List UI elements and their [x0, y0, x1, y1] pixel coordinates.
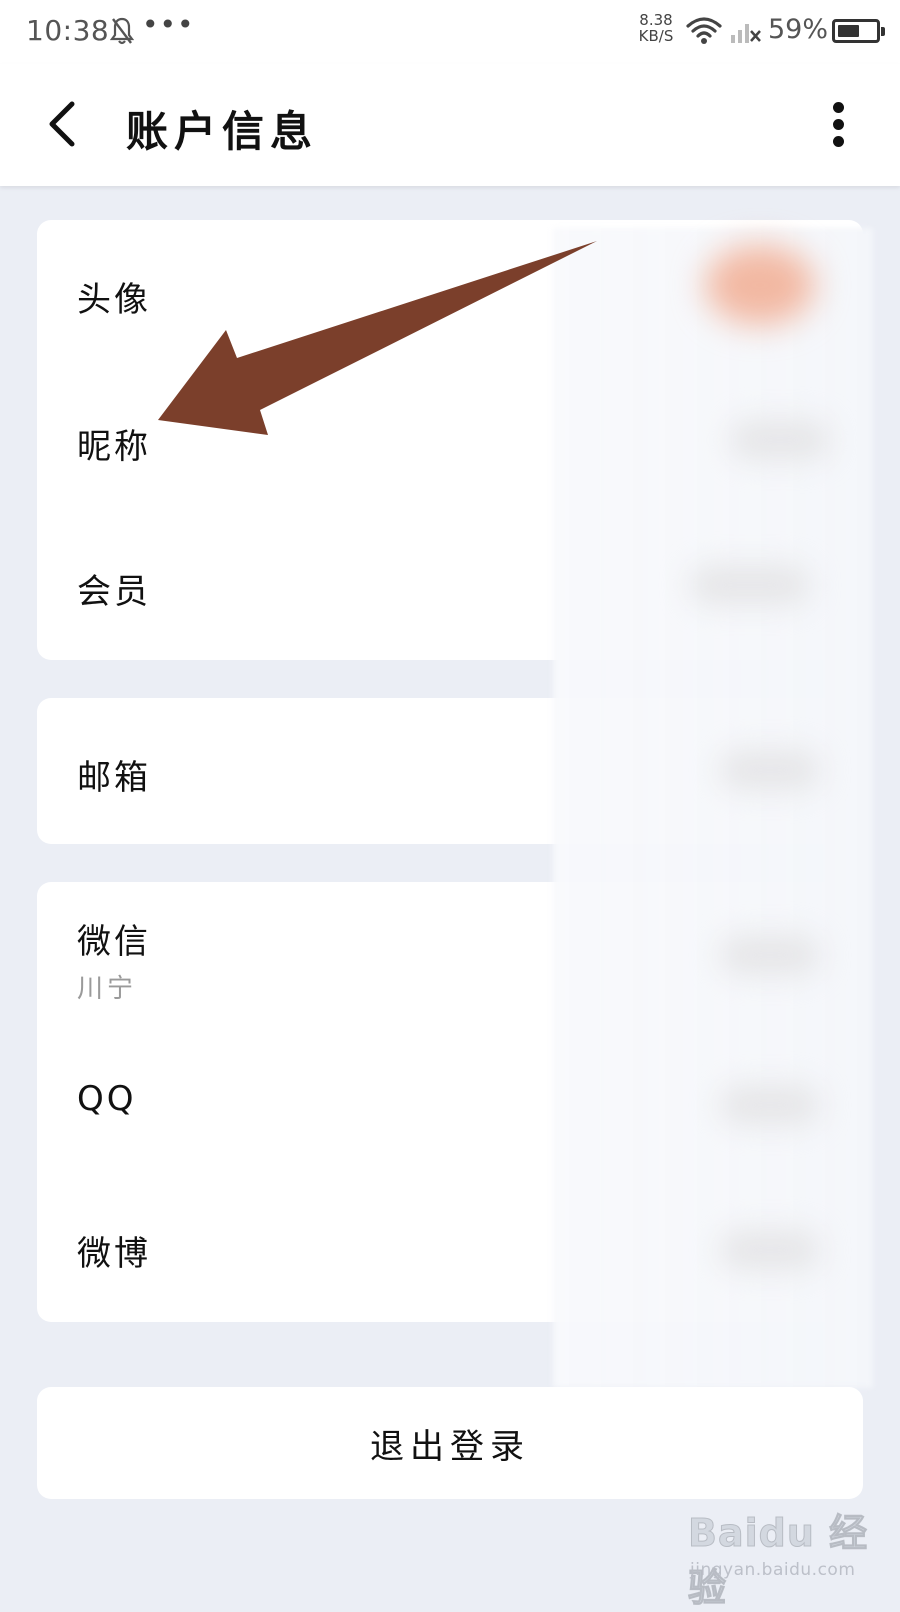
network-speed-unit: KB/S: [638, 27, 674, 45]
app-bar: 账户信息: [0, 64, 900, 186]
wifi-icon: [686, 16, 722, 50]
membership-value-blurred: [690, 565, 810, 605]
cell-signal-none-icon: [730, 18, 762, 48]
watermark-url: jingyan.baidu.com: [690, 1560, 856, 1580]
page-title: 账户信息: [126, 107, 319, 156]
logout-label: 退出登录: [370, 1426, 530, 1467]
back-button[interactable]: [36, 94, 92, 154]
email-label: 邮箱: [77, 758, 151, 798]
avatar-label: 头像: [77, 280, 151, 320]
watermark-logo: Baidu 经验: [688, 1511, 869, 1611]
battery-icon: [832, 19, 885, 43]
battery-percent: 59%: [768, 14, 829, 45]
avatar-image-blurred: [705, 245, 815, 325]
nickname-label: 昵称: [77, 427, 151, 467]
network-speed: 8.38 KB/S: [634, 12, 678, 44]
weibo-label: 微博: [77, 1234, 151, 1274]
more-options-button[interactable]: [820, 98, 856, 152]
bell-muted-icon: [109, 16, 135, 50]
status-time: 10:38: [26, 14, 110, 47]
wechat-value-blurred: [720, 935, 820, 975]
status-bar: 10:38 ••• 8.38 KB/S 59%: [0, 0, 900, 64]
more-notifications-icon: •••: [142, 8, 195, 41]
network-speed-value: 8.38: [639, 11, 673, 29]
more-vertical-icon: [832, 102, 844, 113]
wechat-label: 微信: [77, 922, 151, 962]
qq-label: QQ: [77, 1079, 137, 1119]
wechat-account-name: 川宁: [77, 974, 138, 1004]
weibo-value-blurred: [720, 1230, 820, 1270]
nickname-value-blurred: [730, 420, 830, 460]
email-value-blurred: [720, 750, 820, 790]
logout-button[interactable]: 退出登录: [37, 1387, 863, 1499]
chevron-left-icon: [49, 101, 75, 147]
qq-value-blurred: [720, 1085, 820, 1125]
membership-label: 会员: [77, 572, 151, 612]
